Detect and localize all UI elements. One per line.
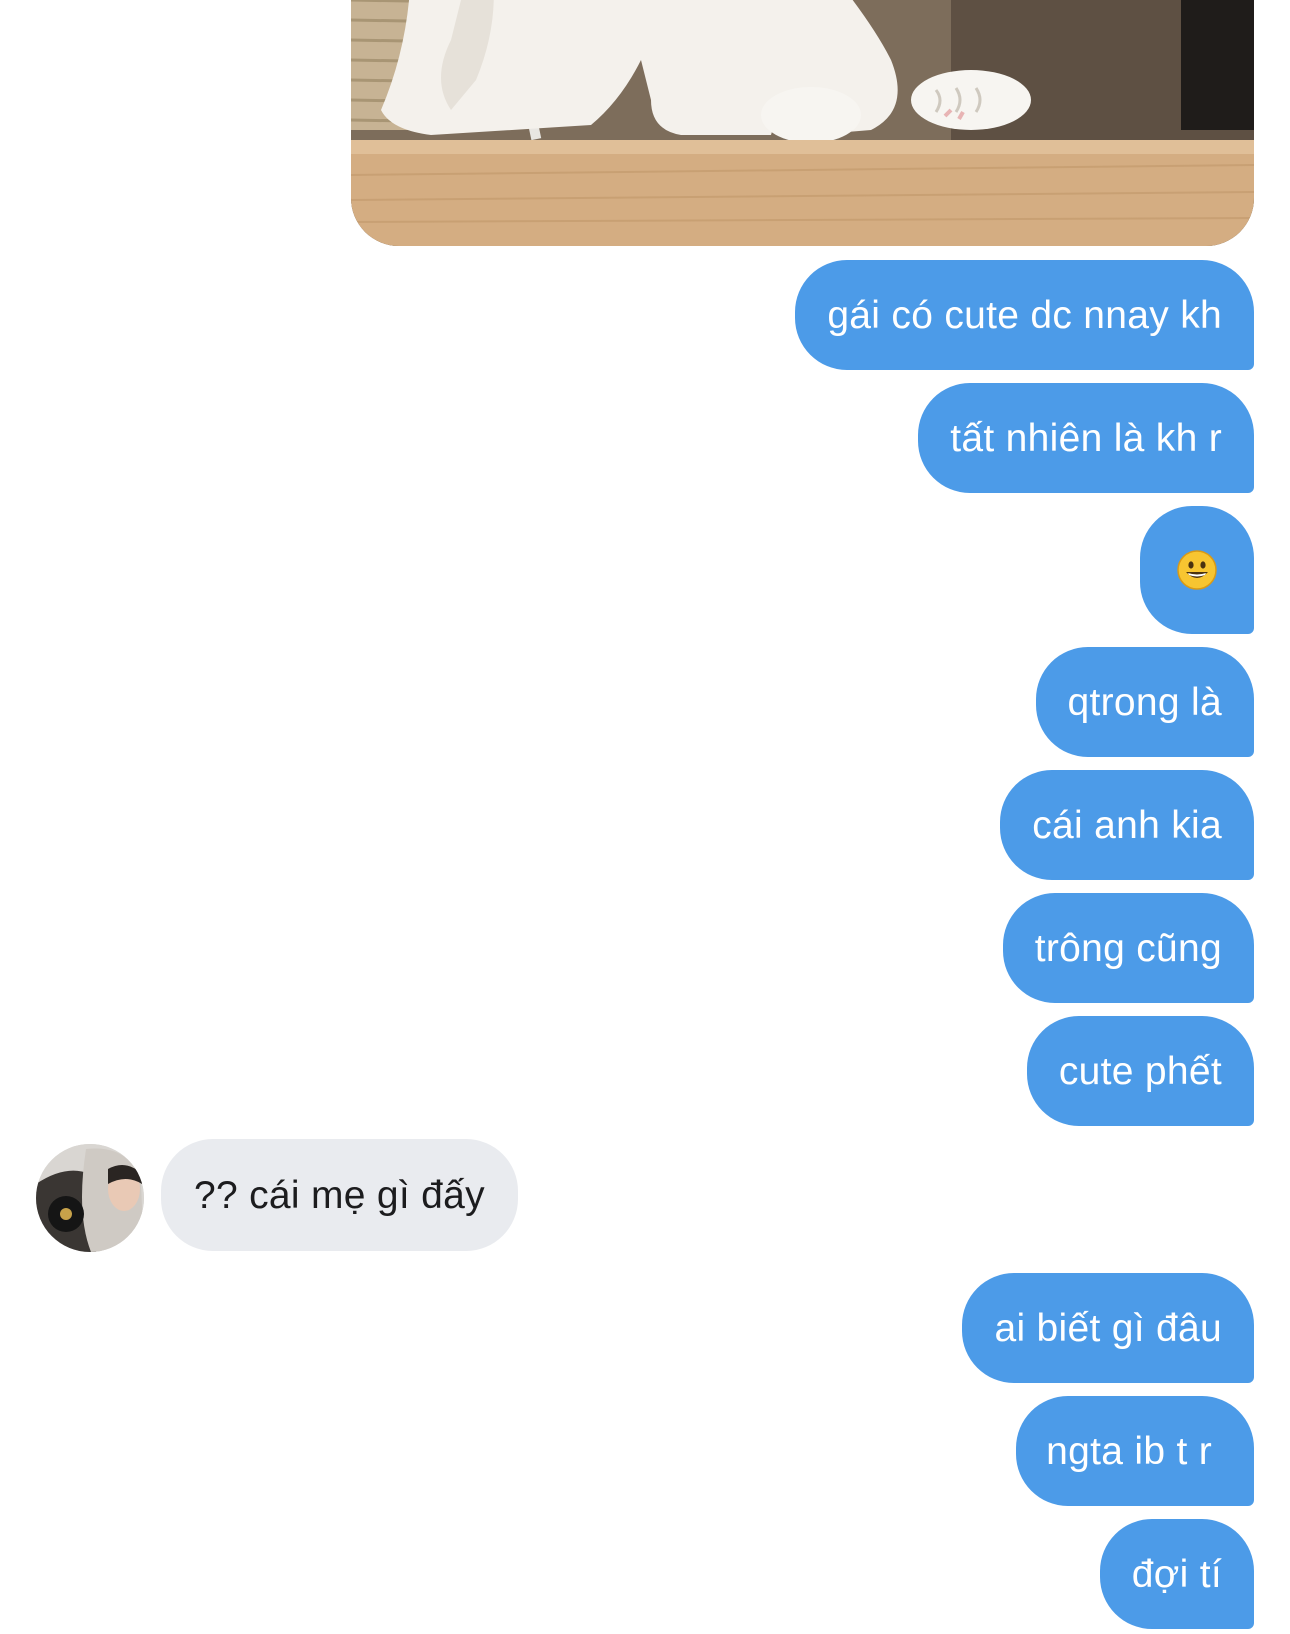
photo-message[interactable] xyxy=(351,0,1254,246)
outgoing-message[interactable]: ngta ib t r xyxy=(1016,1396,1254,1506)
outgoing-message[interactable]: ai biết gì đâu xyxy=(962,1273,1254,1383)
contact-avatar[interactable] xyxy=(36,1144,144,1252)
outgoing-message[interactable] xyxy=(1140,506,1254,634)
message-text: qtrong là xyxy=(1067,680,1222,724)
outgoing-message[interactable]: qtrong là xyxy=(1035,647,1254,757)
message-text: cute phết xyxy=(1058,1049,1222,1093)
message-text: ngta ib t r xyxy=(1046,1429,1212,1473)
message-text: đợi tí xyxy=(1131,1552,1222,1596)
message-text: cái anh kia xyxy=(1032,803,1222,847)
message-text: gái có cute dc nnay kh xyxy=(827,293,1222,337)
avatar-image xyxy=(36,1144,144,1252)
outgoing-message[interactable]: đợi tí xyxy=(1099,1519,1254,1629)
message-text: ai biết gì đâu xyxy=(994,1306,1222,1350)
message-text: trông cũng xyxy=(1034,926,1222,970)
message-text: ?? cái mẹ gì đấy xyxy=(194,1173,485,1217)
grinning-face-emoji-icon xyxy=(1177,550,1217,590)
outgoing-message[interactable]: trông cũng xyxy=(1002,893,1254,1003)
outgoing-message[interactable]: tất nhiên là kh r xyxy=(918,383,1254,493)
incoming-message[interactable]: ?? cái mẹ gì đấy xyxy=(161,1139,518,1251)
cat-photo-image xyxy=(351,0,1254,246)
outgoing-message[interactable]: cute phết xyxy=(1026,1016,1254,1126)
message-thread: gái có cute dc nnay kh tất nhiên là kh r… xyxy=(0,0,1290,1634)
outgoing-message[interactable]: gái có cute dc nnay kh xyxy=(795,260,1254,370)
outgoing-message[interactable]: cái anh kia xyxy=(1000,770,1254,880)
message-text: tất nhiên là kh r xyxy=(950,416,1222,460)
